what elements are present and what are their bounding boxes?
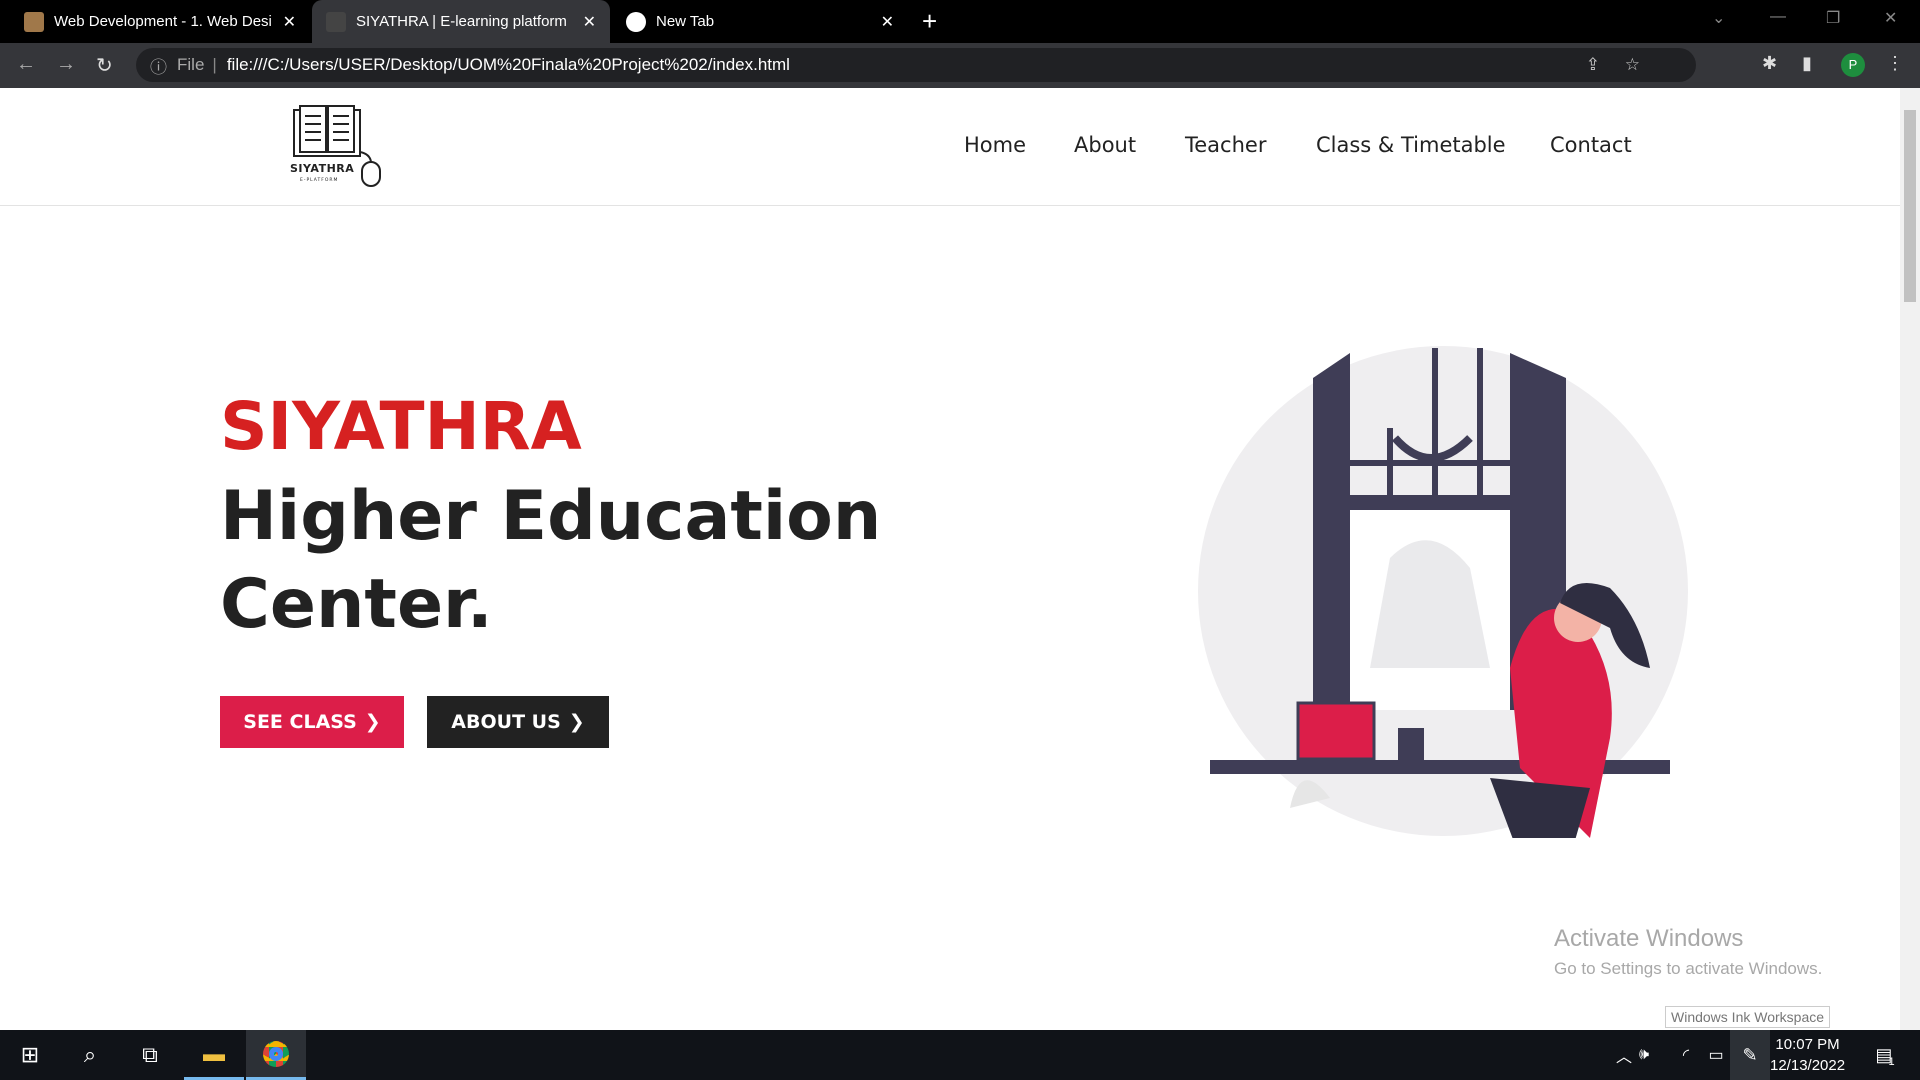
- hero-illustration: [1198, 346, 1688, 838]
- tab-siyathra[interactable]: SIYATHRA | E-learning platform ✕: [312, 0, 610, 43]
- browser-toolbar: ← → ↻ ⓘ File | file:///C:/Users/USER/Des…: [0, 43, 1920, 88]
- menu-icon[interactable]: ⋮: [1886, 53, 1904, 74]
- task-view-icon[interactable]: ⧉: [120, 1030, 180, 1080]
- about-us-button[interactable]: ABOUT US ❯: [427, 696, 609, 748]
- info-icon[interactable]: ⓘ: [150, 53, 167, 78]
- chevron-right-icon: ❯: [568, 711, 585, 733]
- side-panel-icon[interactable]: ▮: [1802, 53, 1812, 74]
- tab-label: Web Development - 1. Web Desi: [54, 13, 272, 30]
- url-text[interactable]: file:///C:/Users/USER/Desktop/UOM%20Fina…: [227, 55, 790, 75]
- scrollbar-thumb[interactable]: [1904, 110, 1916, 302]
- back-icon[interactable]: ←: [16, 53, 36, 76]
- divider: |: [212, 55, 217, 74]
- file-explorer-icon[interactable]: ▬: [184, 1030, 244, 1080]
- nav-home[interactable]: Home: [964, 133, 1026, 157]
- new-tab-button[interactable]: +: [922, 6, 937, 37]
- close-tab-icon[interactable]: ✕: [881, 12, 894, 32]
- nav-teacher[interactable]: Teacher: [1185, 133, 1266, 157]
- address-bar[interactable]: ⓘ File | file:///C:/Users/USER/Desktop/U…: [136, 48, 1696, 82]
- share-icon[interactable]: ⇪: [1586, 55, 1600, 75]
- headline-line-1: Higher Education: [220, 477, 882, 556]
- close-window-icon[interactable]: ✕: [1884, 8, 1897, 28]
- tab-bar: Web Development - 1. Web Desi ✕ SIYATHRA…: [0, 0, 1920, 43]
- page-favicon-icon: [326, 11, 346, 32]
- close-tab-icon[interactable]: ✕: [283, 12, 296, 32]
- site-header: SIYATHRA E-PLATFORM Home About Teacher C…: [0, 88, 1900, 206]
- watermark-subtitle: Go to Settings to activate Windows.: [1554, 959, 1823, 978]
- site-favicon-icon: [24, 11, 44, 32]
- nav-class-timetable[interactable]: Class & Timetable: [1316, 133, 1506, 157]
- button-label: SEE CLASS: [243, 711, 357, 733]
- hero-brand: SIYATHRA: [220, 388, 582, 465]
- tab-search-icon[interactable]: ⌄: [1712, 8, 1725, 28]
- see-class-button[interactable]: SEE CLASS ❯: [220, 696, 404, 748]
- web-page: SIYATHRA E-PLATFORM Home About Teacher C…: [0, 88, 1900, 1030]
- nav-contact[interactable]: Contact: [1550, 133, 1632, 157]
- taskbar: ⊞ ⌕ ⧉ ▬ ︿ 🕪 ◜ ▭ ✎ 10:07 PM 12/13/2022 ▤ 1: [0, 1030, 1920, 1080]
- svg-text:SIYATHRA: SIYATHRA: [290, 162, 354, 175]
- windows-ink-icon[interactable]: ✎: [1730, 1030, 1770, 1080]
- date: 12/13/2022: [1770, 1057, 1846, 1074]
- tab-label: New Tab: [656, 13, 715, 30]
- chrome-icon: [626, 11, 646, 32]
- tab-label: SIYATHRA | E-learning platform: [356, 13, 567, 30]
- chrome-taskbar-icon[interactable]: [246, 1030, 306, 1080]
- search-icon[interactable]: ⌕: [60, 1030, 120, 1080]
- button-label: ABOUT US: [451, 711, 561, 733]
- restore-icon[interactable]: ❐: [1826, 8, 1840, 28]
- volume-icon[interactable]: 🕪: [1624, 1030, 1664, 1080]
- forward-icon[interactable]: →: [56, 53, 76, 76]
- clock[interactable]: 10:07 PM 12/13/2022: [1770, 1034, 1845, 1076]
- tab-web-development[interactable]: Web Development - 1. Web Desi ✕: [10, 0, 310, 43]
- tab-new-tab[interactable]: New Tab ✕: [612, 0, 908, 43]
- siyathra-logo[interactable]: SIYATHRA E-PLATFORM: [288, 104, 384, 188]
- page-scrollbar[interactable]: [1900, 88, 1920, 1030]
- extensions-icon[interactable]: ✱: [1762, 53, 1777, 74]
- headline-line-2: Center.: [220, 565, 493, 644]
- url-scheme-label: File: [177, 55, 205, 74]
- notifications-icon[interactable]: ▤ 1: [1860, 1030, 1910, 1080]
- nav-about[interactable]: About: [1074, 133, 1136, 157]
- close-tab-icon[interactable]: ✕: [583, 12, 596, 32]
- bookmark-star-icon[interactable]: ☆: [1625, 55, 1640, 75]
- watermark-title: Activate Windows: [1554, 925, 1744, 952]
- hero-headline: Higher Education Center.: [220, 473, 920, 649]
- minimize-icon[interactable]: —: [1770, 8, 1786, 26]
- chevron-right-icon: ❯: [364, 711, 381, 733]
- tooltip: Windows Ink Workspace: [1665, 1006, 1831, 1028]
- notification-count: 1: [1888, 1056, 1895, 1068]
- time: 10:07 PM: [1775, 1036, 1840, 1053]
- windows-start-icon[interactable]: ⊞: [0, 1030, 60, 1080]
- svg-text:E-PLATFORM: E-PLATFORM: [300, 177, 338, 183]
- profile-avatar[interactable]: P: [1841, 53, 1865, 77]
- activate-windows-watermark: Activate Windows Go to Settings to activ…: [1554, 925, 1822, 979]
- reload-icon[interactable]: ↻: [96, 53, 113, 78]
